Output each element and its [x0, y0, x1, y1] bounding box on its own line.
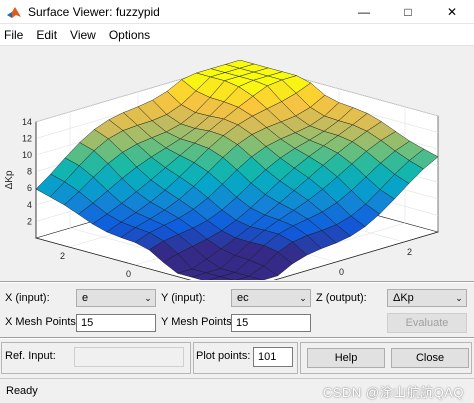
evaluate-button[interactable]: Evaluate — [387, 313, 467, 333]
menu-view[interactable]: View — [66, 28, 105, 42]
menu-edit[interactable]: Edit — [32, 28, 66, 42]
z-tick-label: 8 — [27, 167, 32, 177]
x-mesh-input[interactable]: 15 — [76, 314, 156, 332]
y-input-value: ec — [237, 292, 249, 304]
chevron-down-icon: ⌄ — [144, 292, 152, 303]
z-axis-label: ΔKp — [4, 170, 15, 189]
panel-separator — [0, 281, 474, 283]
z-output-value: ΔKp — [393, 292, 414, 304]
chevron-down-icon: ⌄ — [455, 292, 463, 303]
z-tick-label: 12 — [22, 133, 32, 143]
chevron-down-icon: ⌄ — [299, 292, 307, 303]
watermark: CSDN @涂山航航QAQ — [322, 385, 464, 400]
z-tick-label: 14 — [22, 117, 32, 127]
z-output-select[interactable]: ΔKp ⌄ — [387, 289, 467, 307]
y-input-select[interactable]: ec ⌄ — [231, 289, 311, 307]
y-input-label: Y (input): — [161, 292, 206, 304]
ec-tick-label: 2 — [60, 251, 65, 261]
menu-options[interactable]: Options — [105, 28, 159, 42]
matlab-app-icon — [6, 4, 22, 20]
surface-plot-area[interactable]: 2468101214-202-202ΔKpeec — [0, 46, 474, 280]
e-tick-label: 0 — [339, 267, 344, 277]
z-tick-label: 10 — [22, 150, 32, 160]
close-button[interactable]: Close — [391, 348, 469, 368]
x-input-select[interactable]: e ⌄ — [76, 289, 156, 307]
x-input-label: X (input): — [5, 292, 50, 304]
menu-file[interactable]: File — [0, 28, 32, 42]
z-tick-label: 6 — [27, 183, 32, 193]
x-mesh-value: 15 — [81, 317, 94, 329]
e-tick-label: 2 — [407, 247, 412, 257]
plot-points-input[interactable]: 101 — [253, 347, 293, 367]
x-input-value: e — [82, 292, 89, 304]
help-button[interactable]: Help — [307, 348, 385, 368]
z-tick-label: 4 — [27, 200, 32, 210]
plot-points-value: 101 — [258, 351, 277, 363]
z-tick-label: 2 — [27, 216, 32, 226]
minimize-icon[interactable]: — — [342, 0, 386, 24]
close-icon[interactable]: ✕ — [430, 0, 474, 24]
plot-points-label: Plot points: — [196, 350, 251, 362]
x-mesh-label: X Mesh Points: — [5, 316, 79, 328]
y-mesh-input[interactable]: 15 — [231, 314, 311, 332]
status-bar: Ready CSDN @涂山航航QAQ — [0, 378, 474, 403]
window-title: Surface Viewer: fuzzypid — [28, 4, 160, 19]
menu-bar: File Edit View Options — [0, 24, 474, 46]
z-output-label: Z (output): — [316, 292, 367, 304]
title-bar: Surface Viewer: fuzzypid — □ ✕ — [0, 0, 474, 24]
window-controls: — □ ✕ — [342, 0, 474, 24]
ec-tick-label: 0 — [126, 269, 131, 279]
status-text: Ready — [6, 385, 38, 397]
maximize-icon[interactable]: □ — [386, 0, 430, 24]
panel-separator — [0, 337, 474, 339]
y-mesh-label: Y Mesh Points: — [161, 316, 235, 328]
ref-input-field[interactable] — [74, 347, 184, 367]
y-mesh-value: 15 — [236, 317, 249, 329]
surface-plot[interactable]: 2468101214-202-202ΔKpeec — [0, 46, 474, 280]
ref-input-label: Ref. Input: — [5, 350, 56, 362]
